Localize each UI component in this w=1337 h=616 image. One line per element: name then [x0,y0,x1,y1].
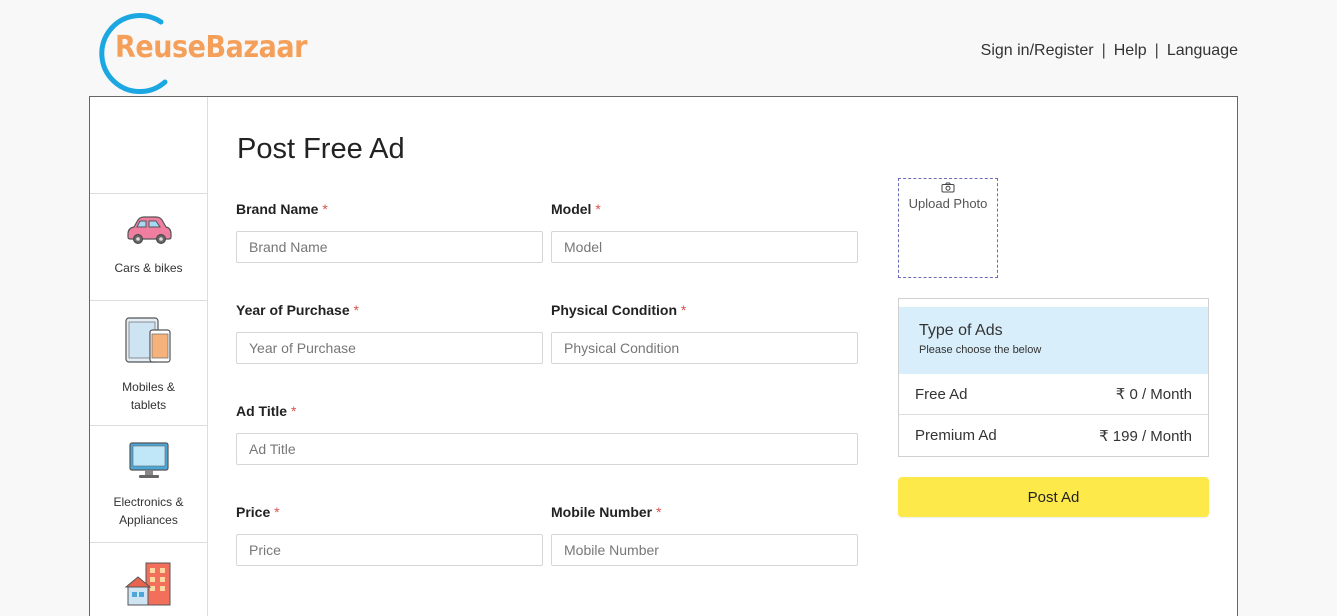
monitor-icon [128,442,169,485]
brand-name-input[interactable] [236,231,543,263]
condition-input[interactable] [551,332,858,364]
sidebar-item-property[interactable] [90,543,207,616]
sidebar-header [90,97,207,194]
model-input[interactable] [551,231,858,263]
buildings-icon [124,561,174,612]
ad-option-price: ₹ 199 / Month [1099,427,1192,445]
ad-option-price: ₹ 0 / Month [1115,386,1192,403]
page-title: Post Free Ad [237,133,405,165]
category-label: Mobiles & tablets [122,380,175,412]
camera-icon [899,181,997,196]
mobile-tablet-icon [124,317,174,370]
price-label: Price * [236,504,280,520]
model-field: Model * [551,201,858,263]
year-input[interactable] [236,332,543,364]
ad-option-premium[interactable]: Premium Ad ₹ 199 / Month [899,415,1208,456]
category-sidebar: Cars & bikes Mobiles & tablets Electroni… [90,97,208,616]
mobile-label: Mobile Number * [551,504,662,520]
ad-option-name: Premium Ad [915,427,997,444]
upload-photo-box[interactable]: Upload Photo [898,178,998,278]
brand-name: ReuseBazaar [115,30,308,65]
ad-type-subheading: Please choose the below [919,344,1042,356]
sidebar-item-mobiles-tablets[interactable]: Mobiles & tablets [90,301,207,426]
main-panel: Cars & bikes Mobiles & tablets Electroni… [89,96,1238,616]
category-label: Cars & bikes [114,261,183,275]
ad-type-panel: Type of Ads Please choose the below Free… [898,298,1209,457]
brand-name-field: Brand Name * [236,201,543,263]
mobile-input[interactable] [551,534,858,566]
brand-name-label: Brand Name * [236,201,328,217]
price-field: Price * [236,504,543,566]
language-link[interactable]: Language [1167,42,1238,60]
top-nav: Sign in/Register | Help | Language [981,42,1238,60]
signin-link[interactable]: Sign in/Register [981,42,1094,60]
ad-option-name: Free Ad [915,385,968,403]
nav-separator: | [1101,42,1106,59]
brand-logo[interactable]: ReuseBazaar [93,10,307,94]
post-ad-button[interactable]: Post Ad [898,477,1209,517]
model-label: Model * [551,201,601,217]
year-field: Year of Purchase * [236,302,543,364]
mobile-field: Mobile Number * [551,504,858,566]
sidebar-item-electronics[interactable]: Electronics & Appliances [90,426,207,543]
ad-title-label: Ad Title * [236,403,297,419]
condition-field: Physical Condition * [551,302,858,364]
upload-photo-label: Upload Photo [908,196,988,211]
car-icon [124,214,174,251]
ad-type-header: Type of Ads Please choose the below [899,307,1208,374]
price-input[interactable] [236,534,543,566]
ad-type-heading: Type of Ads [919,322,1003,339]
nav-separator: | [1154,42,1159,59]
ad-title-field: Ad Title * [236,403,858,465]
ad-option-free[interactable]: Free Ad ₹ 0 / Month [899,374,1208,415]
condition-label: Physical Condition * [551,302,687,318]
ad-title-input[interactable] [236,433,858,465]
category-label: Electronics & Appliances [113,495,184,527]
sidebar-item-cars-bikes[interactable]: Cars & bikes [90,194,207,301]
year-label: Year of Purchase * [236,302,359,318]
help-link[interactable]: Help [1114,42,1147,60]
